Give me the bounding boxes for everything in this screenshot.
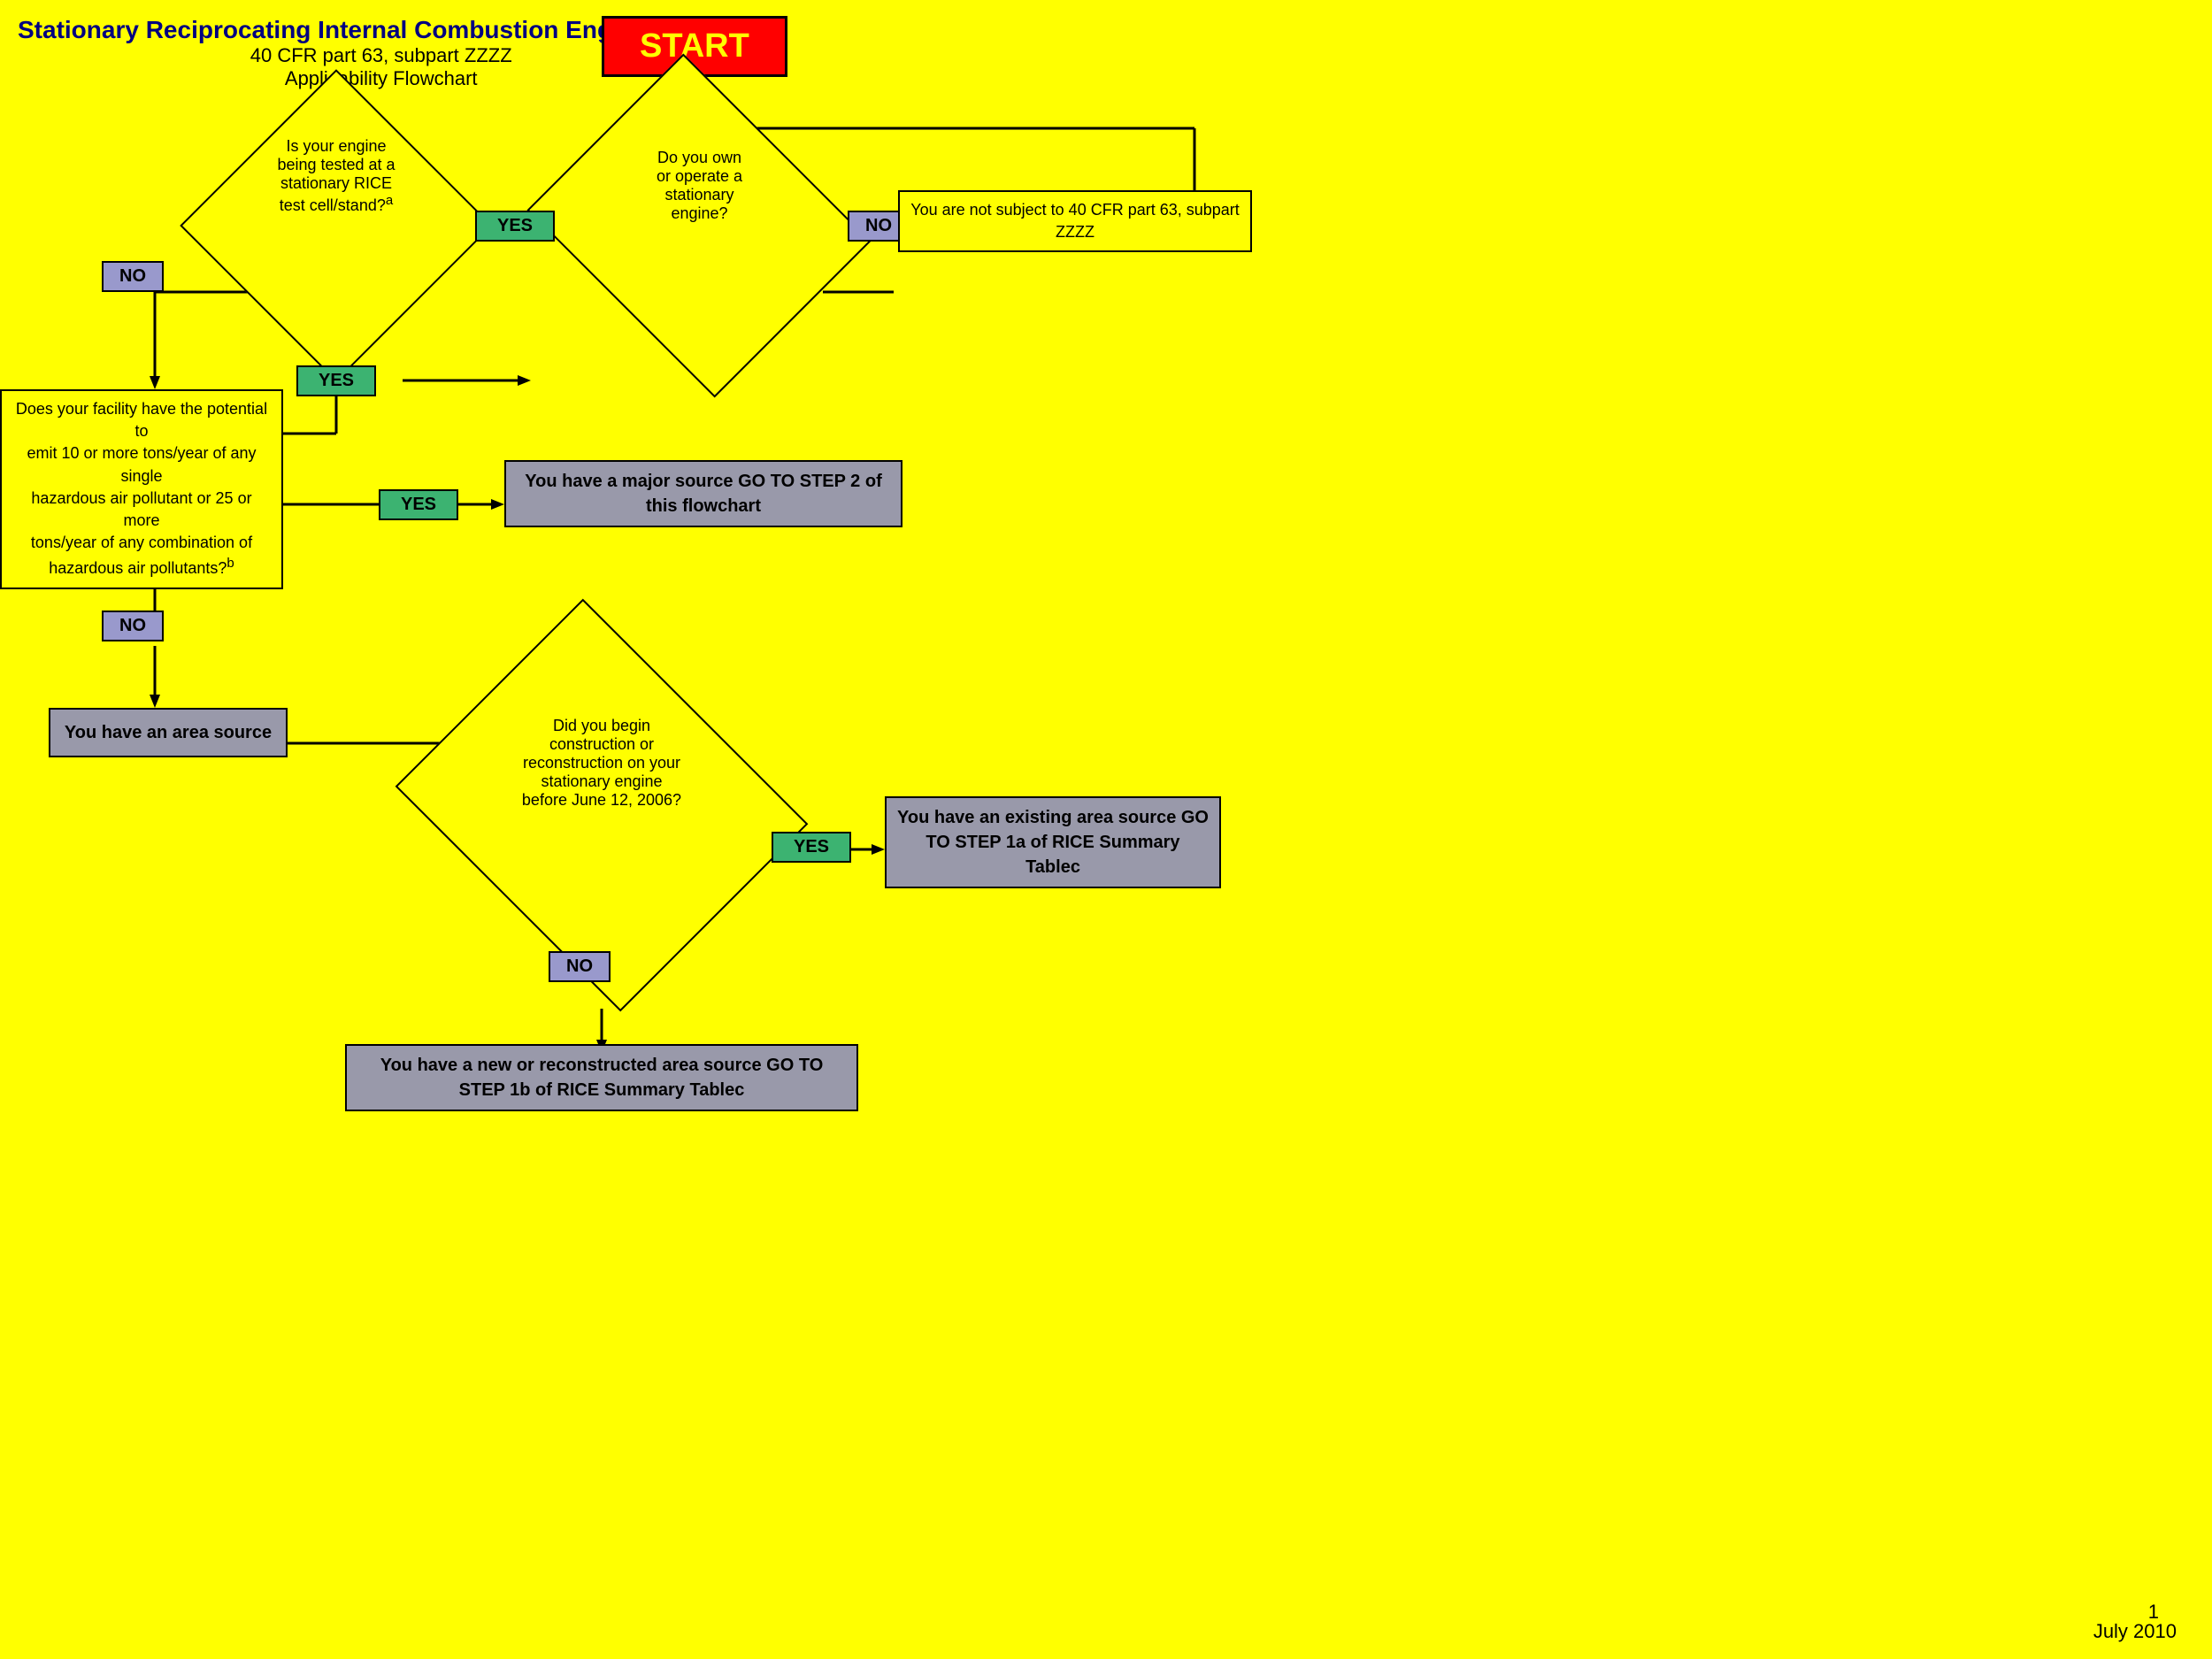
no-box-d4: NO [549,951,611,982]
no-box-potential: NO [102,611,164,641]
date-label: July 2010 [2093,1620,2177,1643]
yes-box-potential: YES [379,489,458,520]
no-box-d1: NO [102,261,164,292]
yes-box-1: YES [475,211,555,242]
diamond-own-operate [527,54,872,398]
question-potential-emit: Does your facility have the potential to… [0,389,283,589]
yes-box-d4: YES [772,832,851,863]
diamond-construction [396,599,809,1012]
existing-area-source-box: You have an existing area source GO TO S… [885,796,1221,888]
area-source-box: You have an area source [49,708,288,757]
yes-box-bottom-d1: YES [296,365,376,396]
major-source-box: You have a major source GO TO STEP 2 of … [504,460,902,527]
new-area-source-box: You have a new or reconstructed area sou… [345,1044,858,1111]
not-subject-box: You are not subject to 40 CFR part 63, s… [898,190,1252,252]
diamond-test-cell [180,69,493,382]
